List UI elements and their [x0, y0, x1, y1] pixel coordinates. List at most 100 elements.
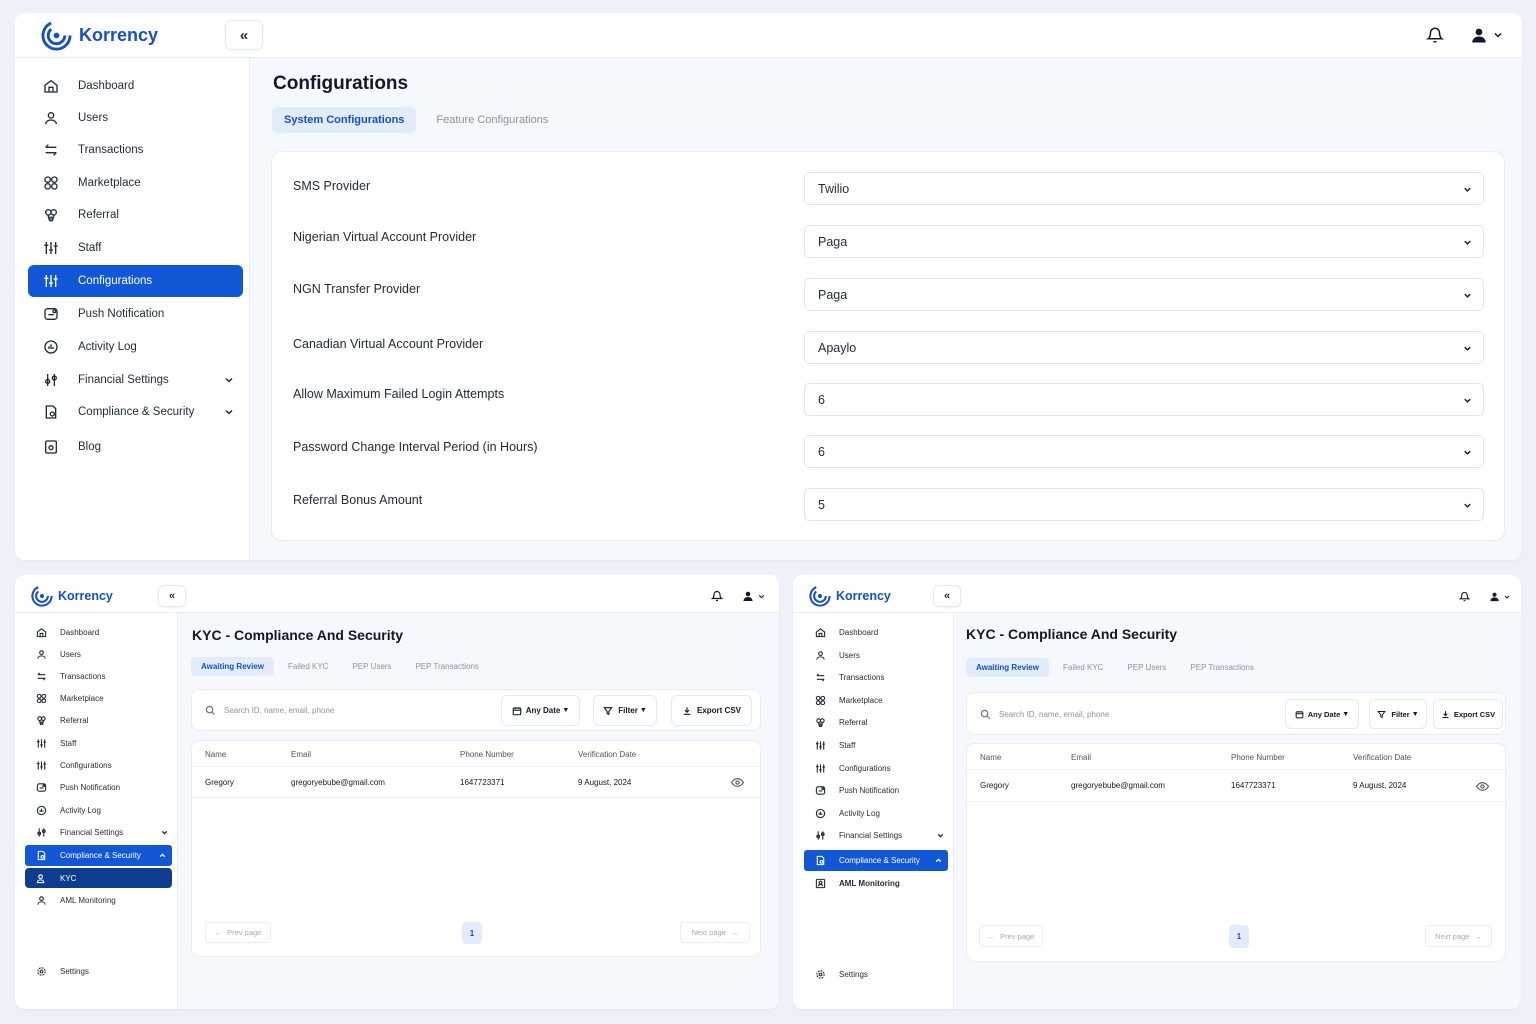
tab-awaiting-review[interactable]: Awaiting Review [191, 657, 274, 676]
sidebar-item-aml-monitoring[interactable]: AML Monitoring [25, 890, 172, 911]
sms-provider-select[interactable]: Twilio [804, 172, 1484, 205]
sidebar-item-push-notification[interactable]: Push Notification [25, 777, 172, 798]
bell-icon[interactable] [1459, 591, 1470, 602]
any-date-button[interactable]: Any Date ▼ [501, 695, 580, 726]
header-actions [1426, 26, 1504, 44]
sidebar-item-compliance-security[interactable]: Compliance & Security [804, 850, 948, 871]
referral-bonus-amount-select[interactable]: 5 [804, 488, 1484, 521]
account-icon[interactable] [1470, 26, 1488, 44]
sidebar-item-kyc[interactable]: KYC [25, 868, 172, 888]
sidebar-item-push-notification[interactable]: Push Notification [28, 298, 243, 330]
table-row[interactable]: Gregory gregoryebube@gmail.com 164772337… [967, 770, 1505, 802]
filter-button[interactable]: Filter ▼ [1369, 699, 1427, 729]
eye-icon[interactable] [731, 776, 744, 789]
sidebar-item-aml-monitoring[interactable]: AML Monitoring [804, 873, 948, 894]
sidebar-item-configurations[interactable]: Configurations [804, 758, 948, 779]
sidebar-item-label: Activity Log [78, 341, 137, 353]
sidebar-item-activity-log[interactable]: Activity Log [25, 800, 172, 821]
sidebar-item-label: Configurations [78, 275, 153, 287]
chevron-down-icon[interactable] [757, 592, 766, 601]
next-page-label: Next page [1435, 931, 1470, 941]
sidebar-item-users[interactable]: Users [25, 644, 172, 665]
bell-icon[interactable] [711, 590, 723, 602]
sidebar-item-compliance-security[interactable]: Compliance & Security [25, 845, 172, 866]
sidebar-item-financial-settings[interactable]: Financial Settings [804, 825, 948, 846]
prev-page-button[interactable]: ← Prev page [205, 922, 271, 943]
sidebar-item-marketplace[interactable]: Marketplace [25, 688, 172, 709]
sidebar-item-activity-log[interactable]: Activity Log [28, 331, 243, 363]
next-page-button[interactable]: Next page → [1425, 925, 1492, 947]
collapse-sidebar-button[interactable]: « [933, 585, 961, 607]
search-icon [980, 709, 991, 720]
sidebar-item-settings[interactable]: Settings [25, 961, 172, 982]
tab-pep-users[interactable]: PEP Users [342, 657, 401, 676]
tab-failed-kyc[interactable]: Failed KYC [278, 657, 338, 676]
sidebar-item-marketplace[interactable]: Marketplace [28, 167, 243, 199]
canadian-virtual-account-provider-select[interactable]: Apaylo [804, 331, 1484, 364]
sidebar-item-push-notification[interactable]: Push Notification [804, 780, 948, 801]
collapse-sidebar-button[interactable]: « [158, 585, 186, 607]
sidebar-item-transactions[interactable]: Transactions [25, 666, 172, 687]
logo-text: Korrency [79, 25, 159, 45]
page-number[interactable]: 1 [1229, 925, 1249, 948]
column-email: Email [1071, 753, 1092, 762]
prev-page-button[interactable]: ← Prev page [979, 925, 1043, 947]
sliders-icon [34, 738, 48, 749]
export-csv-button[interactable]: Export CSV [671, 695, 752, 726]
search-input[interactable]: Search ID, name, email, phone [967, 699, 1279, 730]
chevron-up-icon [934, 856, 943, 865]
config-label: Canadian Virtual Account Provider [293, 337, 484, 351]
sidebar-item-users[interactable]: Users [28, 102, 243, 134]
sidebar-item-dashboard[interactable]: Dashboard [804, 622, 948, 643]
account-icon[interactable] [1489, 591, 1500, 602]
sidebar-item-transactions[interactable]: Transactions [804, 667, 948, 688]
any-date-button[interactable]: Any Date ▼ [1285, 699, 1359, 729]
eye-icon[interactable] [1476, 780, 1489, 793]
search-input[interactable]: Search ID, name, email, phone [192, 695, 493, 726]
sidebar-item-configurations[interactable]: Configurations [25, 755, 172, 776]
tab-feature-configurations[interactable]: Feature Configurations [424, 107, 560, 133]
page-number[interactable]: 1 [462, 922, 482, 944]
sidebar-item-staff[interactable]: Staff [804, 735, 948, 756]
tab-system-configurations[interactable]: System Configurations [272, 107, 417, 133]
sidebar-item-blog[interactable]: Blog [28, 431, 243, 463]
sidebar-item-dashboard[interactable]: Dashboard [25, 622, 172, 643]
filter-button[interactable]: Filter ▼ [593, 695, 657, 726]
tab-awaiting-review[interactable]: Awaiting Review [966, 658, 1049, 677]
notification-icon [41, 306, 61, 322]
table-row[interactable]: Gregory gregoryebube@gmail.com 164772337… [192, 767, 760, 798]
sidebar-item-transactions[interactable]: Transactions [28, 134, 243, 166]
chevron-down-icon[interactable] [1503, 593, 1511, 601]
tab-pep-transactions[interactable]: PEP Transactions [1180, 658, 1263, 677]
next-page-button[interactable]: Next page → [680, 922, 750, 943]
sidebar-item-financial-settings[interactable]: Financial Settings [28, 364, 243, 396]
tab-failed-kyc[interactable]: Failed KYC [1053, 658, 1113, 677]
sidebar-item-referral[interactable]: Referral [25, 710, 172, 731]
activity-icon [813, 808, 827, 819]
sidebar-item-users[interactable]: Users [804, 645, 948, 666]
sidebar-item-compliance-security[interactable]: Compliance & Security [28, 396, 243, 428]
password-change-interval-select[interactable]: 6 [804, 435, 1484, 468]
config-tabs: System Configurations Feature Configurat… [272, 107, 560, 133]
bell-icon[interactable] [1426, 26, 1444, 44]
kyc-tabs: Awaiting Review Failed KYC PEP Users PEP… [191, 657, 489, 676]
ngn-transfer-provider-select[interactable]: Paga [804, 278, 1484, 311]
nigerian-virtual-account-provider-select[interactable]: Paga [804, 225, 1484, 258]
sidebar-item-marketplace[interactable]: Marketplace [804, 690, 948, 711]
sidebar-item-settings[interactable]: Settings [804, 964, 948, 985]
export-csv-button[interactable]: Export CSV [1433, 699, 1503, 729]
collapse-sidebar-button[interactable]: « [225, 20, 263, 50]
account-icon[interactable] [742, 590, 754, 602]
sidebar-item-referral[interactable]: Referral [28, 199, 243, 231]
max-failed-login-select[interactable]: 6 [804, 383, 1484, 416]
sidebar-item-financial-settings[interactable]: Financial Settings [25, 822, 172, 843]
sidebar-item-staff[interactable]: Staff [28, 232, 243, 264]
sidebar-item-staff[interactable]: Staff [25, 733, 172, 754]
chevron-down-icon[interactable] [1492, 29, 1504, 41]
sidebar-item-activity-log[interactable]: Activity Log [804, 803, 948, 824]
sidebar-item-dashboard[interactable]: Dashboard [28, 70, 243, 102]
tab-pep-users[interactable]: PEP Users [1117, 658, 1176, 677]
tab-pep-transactions[interactable]: PEP Transactions [405, 657, 488, 676]
sidebar-item-configurations[interactable]: Configurations [28, 265, 243, 297]
sidebar-item-referral[interactable]: Referral [804, 712, 948, 733]
